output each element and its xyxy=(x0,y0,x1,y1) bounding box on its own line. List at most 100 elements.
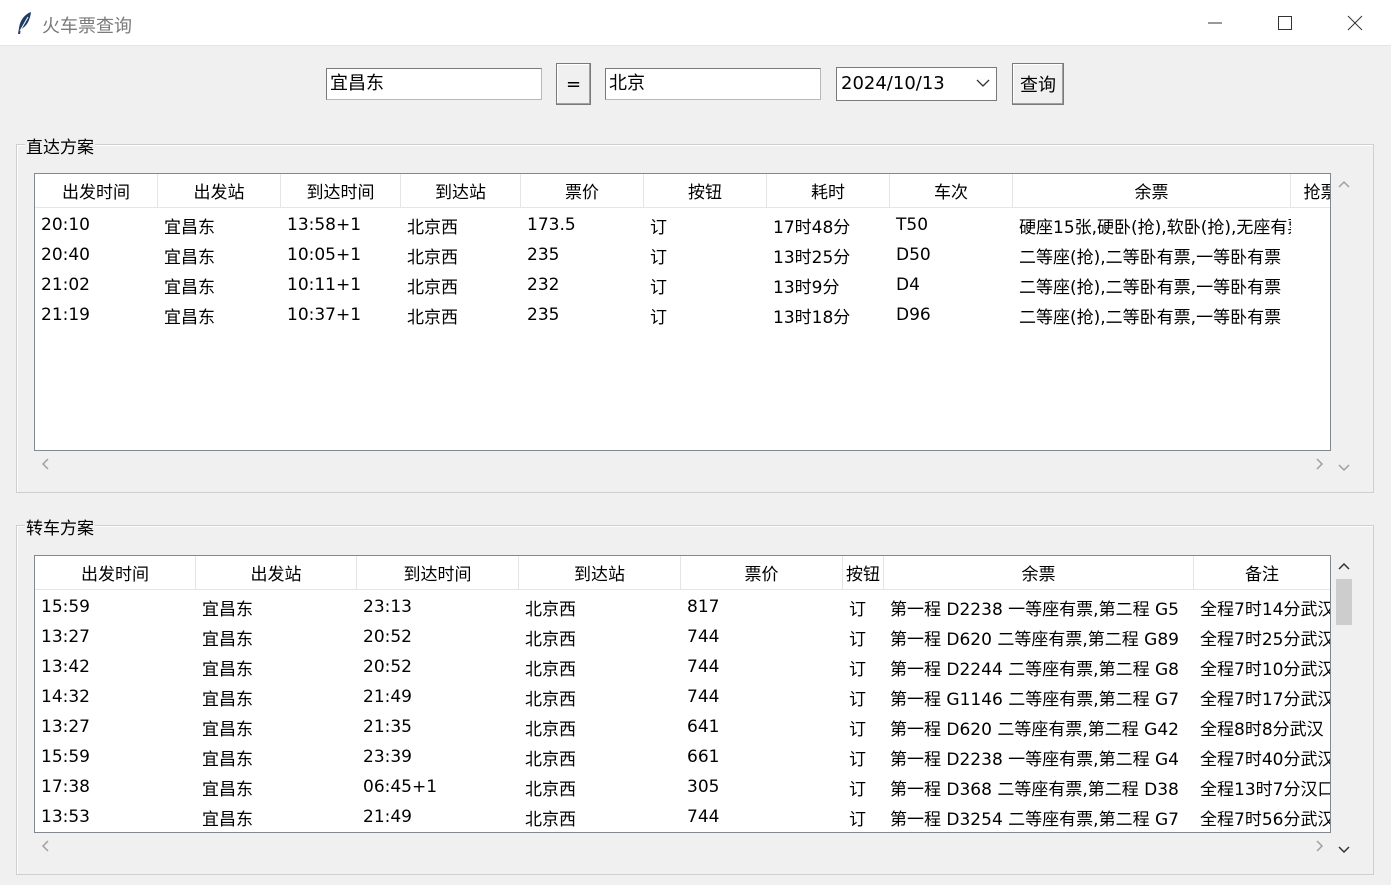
direct-table-body: 20:10 宜昌东 13:58+1 北京西 173.5 订 17时48分 T50 硬座15张,硬… xyxy=(35,210,1330,330)
table-cell: 硬座15张,硬卧(抢),软卧(抢),无座有票 xyxy=(1019,217,1291,238)
column-header[interactable]: 按钮 xyxy=(644,174,767,208)
table-cell: 817 xyxy=(687,597,720,617)
date-select[interactable]: 2024/10/13 xyxy=(836,67,997,101)
table-row[interactable]: 13:27 宜昌东 21:35 北京西 641 订 第一程 D620 二等座有票,第二程 G… xyxy=(35,712,1330,742)
table-cell: 订 xyxy=(849,599,866,620)
column-header[interactable]: 抢票 xyxy=(1291,174,1330,208)
table-cell: 第一程 D3254 二等座有票,第二程 G7 xyxy=(890,809,1179,830)
scroll-up-icon[interactable] xyxy=(1337,561,1351,571)
transfer-vertical-scrollbar[interactable] xyxy=(1333,555,1355,861)
scroll-left-icon[interactable] xyxy=(40,457,50,471)
table-cell: 20:10 xyxy=(41,215,90,235)
scroll-down-icon[interactable] xyxy=(1337,845,1351,855)
column-header[interactable]: 备注 xyxy=(1194,556,1330,590)
title-bar: 火车票查询 xyxy=(0,0,1391,46)
table-cell: 订 xyxy=(650,217,667,238)
table-cell: 全程13时7分汉口 xyxy=(1200,779,1331,800)
table-row[interactable]: 21:02 宜昌东 10:11+1 北京西 232 订 13时9分 D4 二等座(抢),二等卧有… xyxy=(35,270,1330,300)
from-station-input[interactable]: 宜昌东 xyxy=(326,68,542,100)
table-row[interactable]: 20:40 宜昌东 10:05+1 北京西 235 订 13时25分 D50 二等座(抢),二等… xyxy=(35,240,1330,270)
table-cell: 宜昌东 xyxy=(164,247,215,268)
column-header[interactable]: 票价 xyxy=(681,556,843,590)
table-cell: 订 xyxy=(650,277,667,298)
table-cell: 订 xyxy=(849,659,866,680)
transfer-horizontal-scrollbar[interactable] xyxy=(34,835,1331,857)
scroll-up-icon[interactable] xyxy=(1337,179,1351,189)
scroll-down-icon[interactable] xyxy=(1337,463,1351,473)
table-cell xyxy=(1291,240,1330,270)
column-header[interactable]: 到达站 xyxy=(519,556,681,590)
column-header[interactable]: 出发时间 xyxy=(35,556,196,590)
table-cell: 21:49 xyxy=(363,807,412,827)
table-cell: 10:37+1 xyxy=(287,305,362,325)
direct-horizontal-scrollbar[interactable] xyxy=(34,453,1331,475)
scrollbar-thumb[interactable] xyxy=(1336,579,1352,625)
table-cell: 744 xyxy=(687,657,720,677)
to-station-input[interactable]: 北京 xyxy=(605,68,821,100)
table-row[interactable]: 13:42 宜昌东 20:52 北京西 744 订 第一程 D2244 二等座有票,第二程 … xyxy=(35,652,1331,682)
column-header[interactable]: 按钮 xyxy=(843,556,884,590)
table-cell: 173.5 xyxy=(527,215,576,235)
column-header[interactable]: 车次 xyxy=(890,174,1013,208)
close-button[interactable] xyxy=(1320,0,1390,46)
direct-table[interactable]: 出发时间出发站到达时间到达站票价按钮耗时车次余票抢票 20:10 宜昌东 13:58… xyxy=(34,173,1331,451)
table-cell: 15:59 xyxy=(41,747,90,767)
table-cell: 744 xyxy=(687,627,720,647)
column-header[interactable]: 票价 xyxy=(521,174,644,208)
scroll-left-icon[interactable] xyxy=(40,839,50,853)
table-cell: 全程7时17分武汉 xyxy=(1200,689,1331,710)
table-row[interactable]: 21:19 宜昌东 10:37+1 北京西 235 订 13时18分 D96 二等座(抢),二等… xyxy=(35,300,1330,330)
table-row[interactable]: 15:59 宜昌东 23:39 北京西 661 订 第一程 D2238 一等座有票,第二程 … xyxy=(35,742,1330,772)
search-button[interactable]: 查询 xyxy=(1012,63,1064,105)
table-cell: 订 xyxy=(650,247,667,268)
table-cell: 第一程 D620 二等座有票,第二程 G89 xyxy=(890,629,1179,650)
table-cell: 10:11+1 xyxy=(287,275,362,295)
table-row[interactable]: 15:59 宜昌东 23:13 北京西 817 订 第一程 D2238 一等座有票,第二程 … xyxy=(35,592,1331,622)
table-cell: 20:52 xyxy=(363,627,412,647)
table-row[interactable]: 14:32 宜昌东 21:49 北京西 744 订 第一程 G1146 二等座有票,第二程 … xyxy=(35,682,1331,712)
table-row[interactable]: 20:10 宜昌东 13:58+1 北京西 173.5 订 17时48分 T50 硬座15张,硬… xyxy=(35,210,1330,240)
table-row[interactable]: 13:27 宜昌东 20:52 北京西 744 订 第一程 D620 二等座有票,第二程 G… xyxy=(35,622,1330,652)
table-cell: 宜昌东 xyxy=(164,277,215,298)
table-cell: 北京西 xyxy=(525,809,576,830)
feather-icon xyxy=(18,12,31,34)
column-header[interactable]: 余票 xyxy=(1013,174,1291,208)
table-cell: 北京西 xyxy=(407,277,458,298)
table-cell: 北京西 xyxy=(525,599,576,620)
table-cell: 21:49 xyxy=(363,687,412,707)
table-cell: 13:58+1 xyxy=(287,215,362,235)
transfer-table[interactable]: 出发时间 出发站 到达时间 到达站 票价 按钮 余票 备注 15:59 宜昌东 23:13 北京西 8… xyxy=(34,555,1331,833)
minimize-button[interactable] xyxy=(1180,0,1250,46)
maximize-button[interactable] xyxy=(1250,0,1320,46)
column-header[interactable]: 耗时 xyxy=(767,174,890,208)
table-cell: 第一程 D2244 二等座有票,第二程 G8 xyxy=(890,659,1179,680)
table-cell: 订 xyxy=(849,809,866,830)
swap-button[interactable]: = xyxy=(556,63,591,105)
date-value: 2024/10/13 xyxy=(841,73,945,94)
table-cell: 全程7时10分武汉 xyxy=(1200,659,1331,680)
table-cell: 北京西 xyxy=(525,629,576,650)
column-header[interactable]: 余票 xyxy=(884,556,1194,590)
table-cell: 13时18分 xyxy=(773,307,851,328)
table-cell: 第一程 D620 二等座有票,第二程 G42 xyxy=(890,719,1179,740)
maximize-icon xyxy=(1278,16,1292,30)
scroll-right-icon[interactable] xyxy=(1315,457,1325,471)
table-cell xyxy=(1291,300,1330,330)
column-header[interactable]: 到达时间 xyxy=(281,174,401,208)
scroll-right-icon[interactable] xyxy=(1315,839,1325,853)
table-row[interactable]: 13:53 宜昌东 21:49 北京西 744 订 第一程 D3254 二等座有票,第二程 … xyxy=(35,802,1330,832)
column-header[interactable]: 出发时间 xyxy=(35,174,158,208)
table-cell: 宜昌东 xyxy=(202,719,253,740)
column-header[interactable]: 到达站 xyxy=(401,174,521,208)
close-icon xyxy=(1347,15,1363,31)
table-cell xyxy=(1291,210,1330,240)
column-header[interactable]: 出发站 xyxy=(196,556,357,590)
direct-vertical-scrollbar[interactable] xyxy=(1333,173,1355,479)
table-row[interactable]: 17:38 宜昌东 06:45+1 北京西 305 订 第一程 D368 二等座有票,第二程… xyxy=(35,772,1331,802)
table-cell: 宜昌东 xyxy=(202,749,253,770)
table-cell: 全程7时14分武汉 xyxy=(1200,599,1331,620)
transfer-table-body: 15:59 宜昌东 23:13 北京西 817 订第一程 D2238 一等座有票,第二程 … xyxy=(35,592,1331,832)
table-cell: 235 xyxy=(527,305,560,325)
column-header[interactable]: 到达时间 xyxy=(357,556,519,590)
column-header[interactable]: 出发站 xyxy=(158,174,281,208)
